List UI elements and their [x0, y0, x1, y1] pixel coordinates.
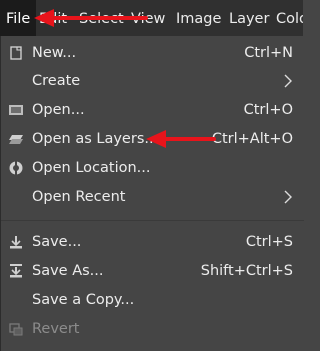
- menu-view[interactable]: View: [131, 10, 165, 28]
- menu-item-save-as[interactable]: Save As... Shift+Ctrl+S: [1, 258, 304, 284]
- menu-item-label: Save...: [32, 234, 82, 250]
- file-menu-dropdown: New... Ctrl+N Create Open... Ctrl+O Open…: [0, 36, 304, 351]
- menu-item-label: Revert: [32, 321, 80, 337]
- menu-item-save-a-copy[interactable]: Save a Copy...: [1, 287, 304, 313]
- open-image-icon: [9, 105, 23, 115]
- menu-item-label: Open Location...: [32, 160, 151, 176]
- menu-bar: File Edit Select View Image Layer Colo: [0, 0, 303, 36]
- chevron-right-icon: [284, 190, 292, 204]
- menu-item-shortcut: Shift+Ctrl+S: [200, 263, 293, 279]
- revert-icon: [9, 323, 23, 336]
- menu-item-label: Save a Copy...: [32, 292, 135, 308]
- save-icon: [10, 236, 22, 249]
- menu-item-revert: Revert: [1, 316, 304, 342]
- menu-item-label: Create: [32, 73, 81, 89]
- open-as-layers-icon: [9, 135, 23, 144]
- menu-item-label: Open Recent: [32, 189, 126, 205]
- menu-separator: [1, 220, 304, 221]
- menu-item-shortcut: Ctrl+O: [243, 102, 293, 118]
- save-as-icon: [10, 264, 22, 278]
- menu-item-shortcut: Ctrl+S: [245, 234, 293, 250]
- chevron-right-icon: [284, 74, 292, 88]
- new-image-icon: [10, 46, 22, 60]
- menu-item-label: Open as Layers...: [32, 131, 159, 147]
- menu-item-open[interactable]: Open... Ctrl+O: [1, 97, 304, 123]
- menu-item-label: Save As...: [32, 263, 104, 279]
- menu-item-shortcut: Ctrl+N: [244, 45, 293, 61]
- menu-item-open-as-layers[interactable]: Open as Layers... Ctrl+Alt+O: [1, 126, 304, 152]
- menu-item-open-recent[interactable]: Open Recent: [1, 184, 304, 210]
- menu-edit[interactable]: Edit: [39, 10, 67, 28]
- menu-image[interactable]: Image: [176, 10, 221, 28]
- menu-colors[interactable]: Colo: [276, 10, 303, 28]
- menu-layer[interactable]: Layer: [229, 10, 269, 28]
- menu-item-shortcut: Ctrl+Alt+O: [211, 131, 293, 147]
- menu-item-open-location[interactable]: Open Location...: [1, 155, 304, 181]
- menu-item-label: Open...: [32, 102, 85, 118]
- menu-item-label: New...: [32, 45, 77, 61]
- menu-select[interactable]: Select: [79, 10, 124, 28]
- menu-file[interactable]: File: [6, 10, 30, 28]
- menu-item-save[interactable]: Save... Ctrl+S: [1, 229, 304, 255]
- web-location-icon: [9, 161, 23, 175]
- menu-item-new[interactable]: New... Ctrl+N: [1, 40, 304, 66]
- menu-item-create[interactable]: Create: [1, 68, 304, 94]
